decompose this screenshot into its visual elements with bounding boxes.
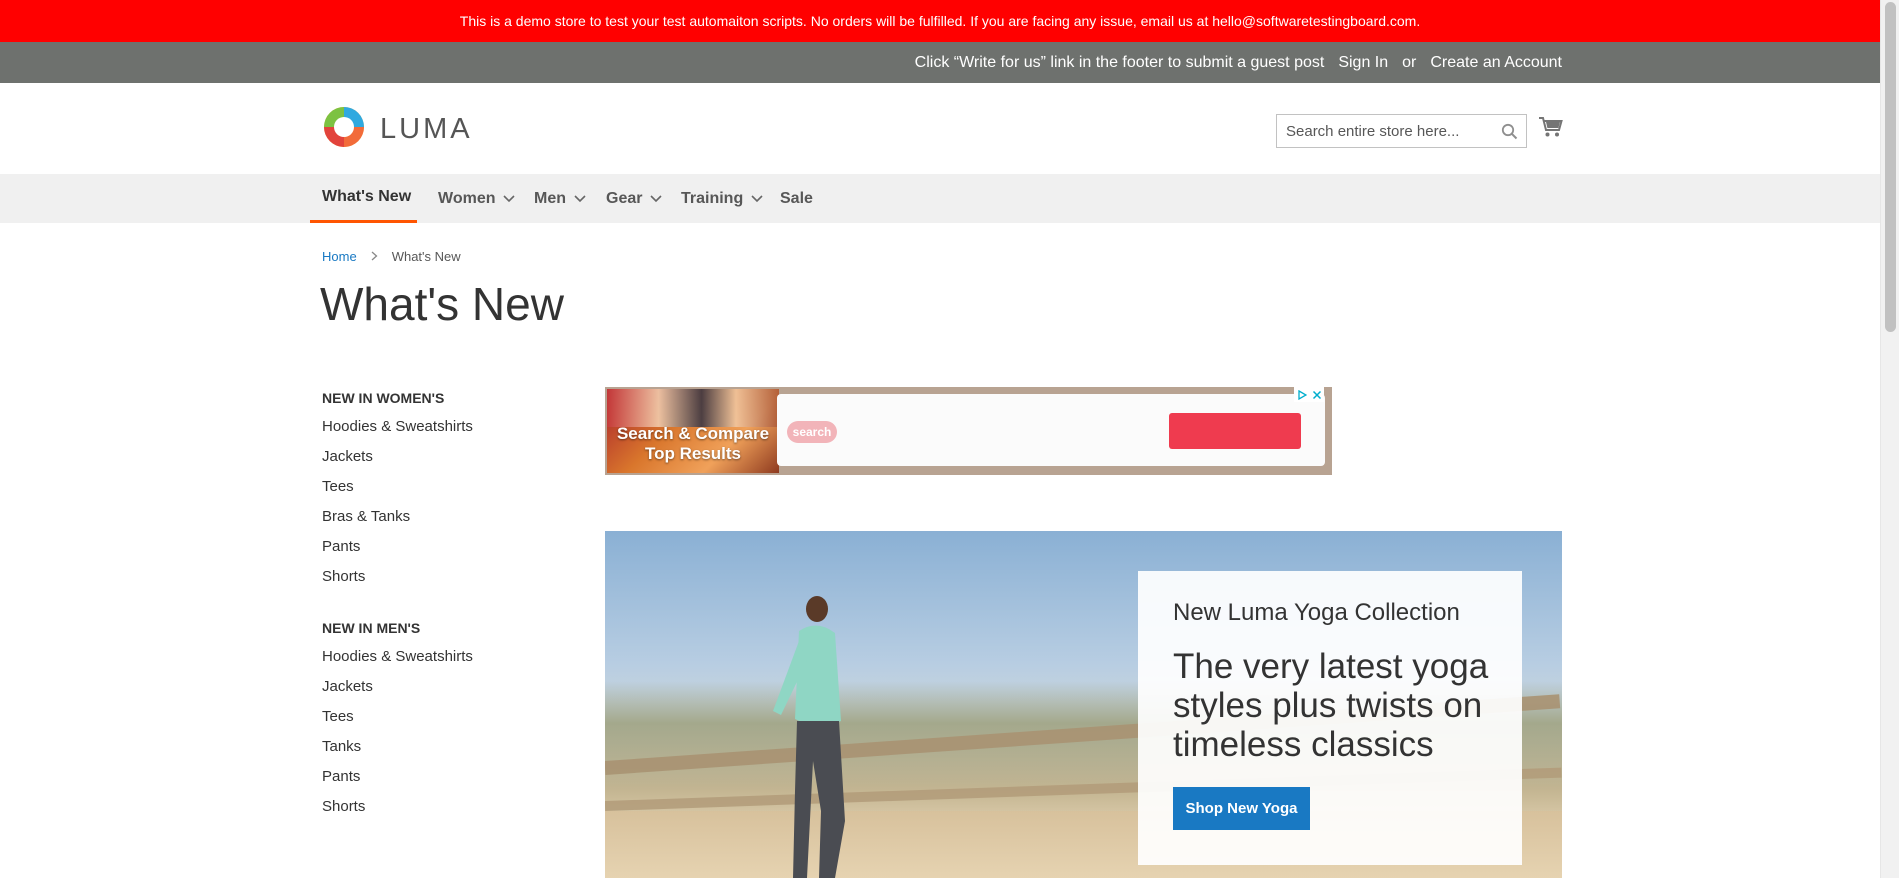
luma-logo-icon [322, 105, 366, 154]
logo-text: LUMA [380, 113, 473, 145]
nav-item-label: Men [534, 189, 566, 207]
top-bar: Click “Write for us” link in the footer … [0, 42, 1880, 83]
close-icon[interactable] [1309, 387, 1324, 402]
sidebar-item-men-jackets[interactable]: Jackets [322, 671, 552, 701]
scrollbar-thumb[interactable] [1885, 2, 1896, 332]
ad-panel: search [777, 394, 1325, 466]
nav-item-men[interactable]: Men [534, 174, 586, 223]
sidebar-item-women-hoodies[interactable]: Hoodies & Sweatshirts [322, 411, 552, 441]
breadcrumb-current: What's New [391, 249, 461, 264]
demo-banner-text: This is a demo store to test your test a… [459, 13, 1421, 29]
nav-item-training[interactable]: Training [681, 174, 763, 223]
hero-subtitle: New Luma Yoga Collection [1173, 599, 1460, 626]
nav-item-gear[interactable]: Gear [606, 174, 663, 223]
nav-item-label: Gear [606, 189, 643, 207]
sidebar-item-men-shorts[interactable]: Shorts [322, 791, 552, 821]
advertisement-banner[interactable]: Search & Compare Top Results search [605, 387, 1332, 475]
sidebar-section-men: NEW IN MEN'S Hoodies & Sweatshirts Jacke… [322, 618, 552, 821]
sidebar-heading-women: NEW IN WOMEN'S [322, 390, 445, 406]
chevron-down-icon [650, 190, 663, 208]
page-scrollbar[interactable] [1880, 0, 1899, 878]
nav-item-label: Sale [780, 189, 813, 207]
create-account-link[interactable]: Create an Account [1430, 54, 1562, 72]
shop-new-yoga-button[interactable]: Shop New Yoga [1173, 787, 1310, 830]
hero-headline: The very latest yoga styles plus twists … [1173, 647, 1489, 764]
nav-item-label: Women [438, 189, 496, 207]
or-separator: or [1402, 53, 1417, 71]
chevron-down-icon [503, 190, 516, 208]
sidebar-item-men-pants[interactable]: Pants [322, 761, 552, 791]
sidebar-section-women: NEW IN WOMEN'S Hoodies & Sweatshirts Jac… [322, 388, 552, 591]
demo-store-banner: This is a demo store to test your test a… [0, 0, 1880, 42]
sidebar-heading-men: NEW IN MEN'S [322, 620, 421, 636]
ad-cta-button[interactable] [1169, 413, 1301, 449]
nav-item-label: Training [681, 189, 744, 207]
main-navigation: What's New Women Men Gear Training Sale [0, 174, 1880, 223]
sidebar-item-women-tees[interactable]: Tees [322, 471, 552, 501]
search-box [1276, 114, 1527, 148]
adchoices-icon[interactable] [1294, 387, 1309, 402]
nav-item-women[interactable]: Women [438, 174, 516, 223]
ad-search-logo: search [787, 421, 837, 443]
breadcrumb: Home What's New [322, 249, 461, 264]
sidebar-item-women-bras-tanks[interactable]: Bras & Tanks [322, 501, 552, 531]
guest-post-notice: Click “Write for us” link in the footer … [914, 53, 1325, 71]
category-sidebar: NEW IN WOMEN'S Hoodies & Sweatshirts Jac… [322, 388, 552, 821]
hero-model-image [773, 596, 845, 878]
hero-card: New Luma Yoga Collection The very latest… [1138, 571, 1522, 865]
chevron-down-icon [574, 190, 586, 208]
ad-photo [607, 389, 779, 427]
nav-item-whats-new[interactable]: What's New [310, 174, 417, 223]
sidebar-item-women-jackets[interactable]: Jackets [322, 441, 552, 471]
sidebar-item-women-shorts[interactable]: Shorts [322, 561, 552, 591]
ad-controls [1294, 387, 1324, 402]
chevron-right-icon [371, 250, 378, 264]
nav-item-sale[interactable]: Sale [780, 174, 813, 223]
sidebar-item-men-hoodies[interactable]: Hoodies & Sweatshirts [322, 641, 552, 671]
sidebar-item-women-pants[interactable]: Pants [322, 531, 552, 561]
sidebar-item-men-tees[interactable]: Tees [322, 701, 552, 731]
nav-item-label: What's New [322, 188, 412, 205]
logo-link[interactable]: LUMA [322, 105, 473, 154]
cart-icon[interactable] [1538, 116, 1563, 143]
sign-in-link[interactable]: Sign In [1338, 54, 1388, 72]
sidebar-item-men-tanks[interactable]: Tanks [322, 731, 552, 761]
ad-image: Search & Compare Top Results [607, 389, 779, 473]
ad-headline: Search & Compare Top Results [616, 424, 770, 463]
chevron-down-icon [751, 190, 763, 208]
breadcrumb-home-link[interactable]: Home [322, 249, 357, 264]
hero-banner[interactable]: New Luma Yoga Collection The very latest… [605, 531, 1562, 878]
site-header: LUMA [0, 83, 1880, 174]
page-title: What's New [320, 278, 564, 330]
search-input[interactable] [1277, 115, 1487, 147]
search-icon[interactable] [1501, 123, 1518, 145]
